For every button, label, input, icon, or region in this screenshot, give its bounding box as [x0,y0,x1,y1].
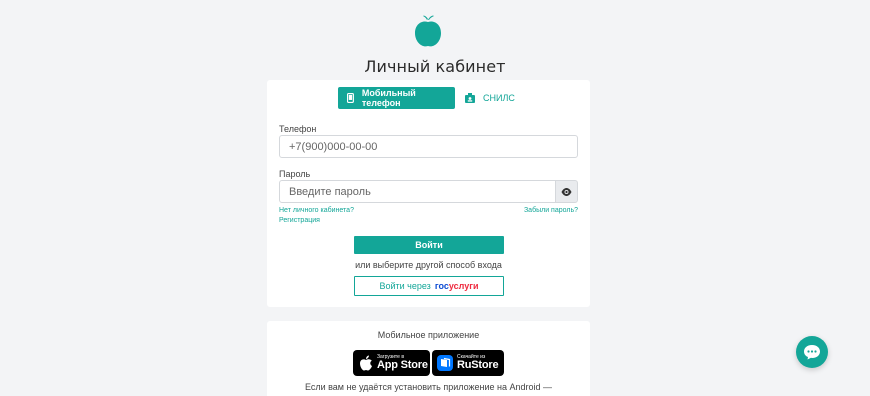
mobile-app-card: Мобильное приложение Загрузите в App Sto… [267,321,590,396]
register-link[interactable]: Регистрация [279,217,320,224]
id-card-icon [465,93,475,103]
phone-label: Телефон [279,124,317,134]
gosuslugi-prefix: Войти через [379,281,431,291]
phone-icon [347,93,354,103]
no-account-link[interactable]: Нет личного кабинета? [279,207,354,214]
tab-snils-label: СНИЛС [483,93,515,103]
chat-icon [804,345,820,360]
chat-button[interactable] [796,336,828,368]
login-button[interactable]: Войти [354,236,504,254]
mobile-app-title: Мобильное приложение [377,330,480,340]
rustore-button[interactable]: Скачайте из RuStore [432,350,504,376]
appstore-button[interactable]: Загрузите в App Store [353,350,430,376]
forgot-password-link[interactable]: Забыли пароль? [524,207,578,214]
login-method-tabs: Мобильный телефон СНИЛС [267,87,590,109]
gosuslugi-login-button[interactable]: Войти через госуслуги [354,276,504,296]
login-card: Мобильный телефон СНИЛС Телефон Пароль Н… [267,80,590,307]
gosuslugi-logo: госуслуги [435,281,479,291]
apple-icon [360,355,372,371]
appstore-big-text: App Store [377,359,428,371]
tab-snils[interactable]: СНИЛС [465,87,525,109]
rustore-icon [437,355,453,371]
rustore-big-text: RuStore [457,359,499,371]
page-title: Личный кабинет [364,57,506,76]
logo-icon [415,15,441,47]
tab-mobile-phone[interactable]: Мобильный телефон [338,87,455,109]
android-install-note: Если вам не удаётся установить приложени… [304,382,553,392]
tab-mobile-phone-label: Мобильный телефон [361,88,416,108]
phone-input[interactable] [279,135,578,158]
password-input[interactable] [279,180,556,203]
gosuslugi-logo-uslugi: услуги [448,281,479,291]
show-password-button[interactable] [555,180,578,203]
password-label: Пароль [279,169,311,179]
gosuslugi-logo-gos: гос [434,281,449,291]
alt-login-text: или выберите другой способ входа [355,260,502,270]
eye-icon [561,187,572,196]
